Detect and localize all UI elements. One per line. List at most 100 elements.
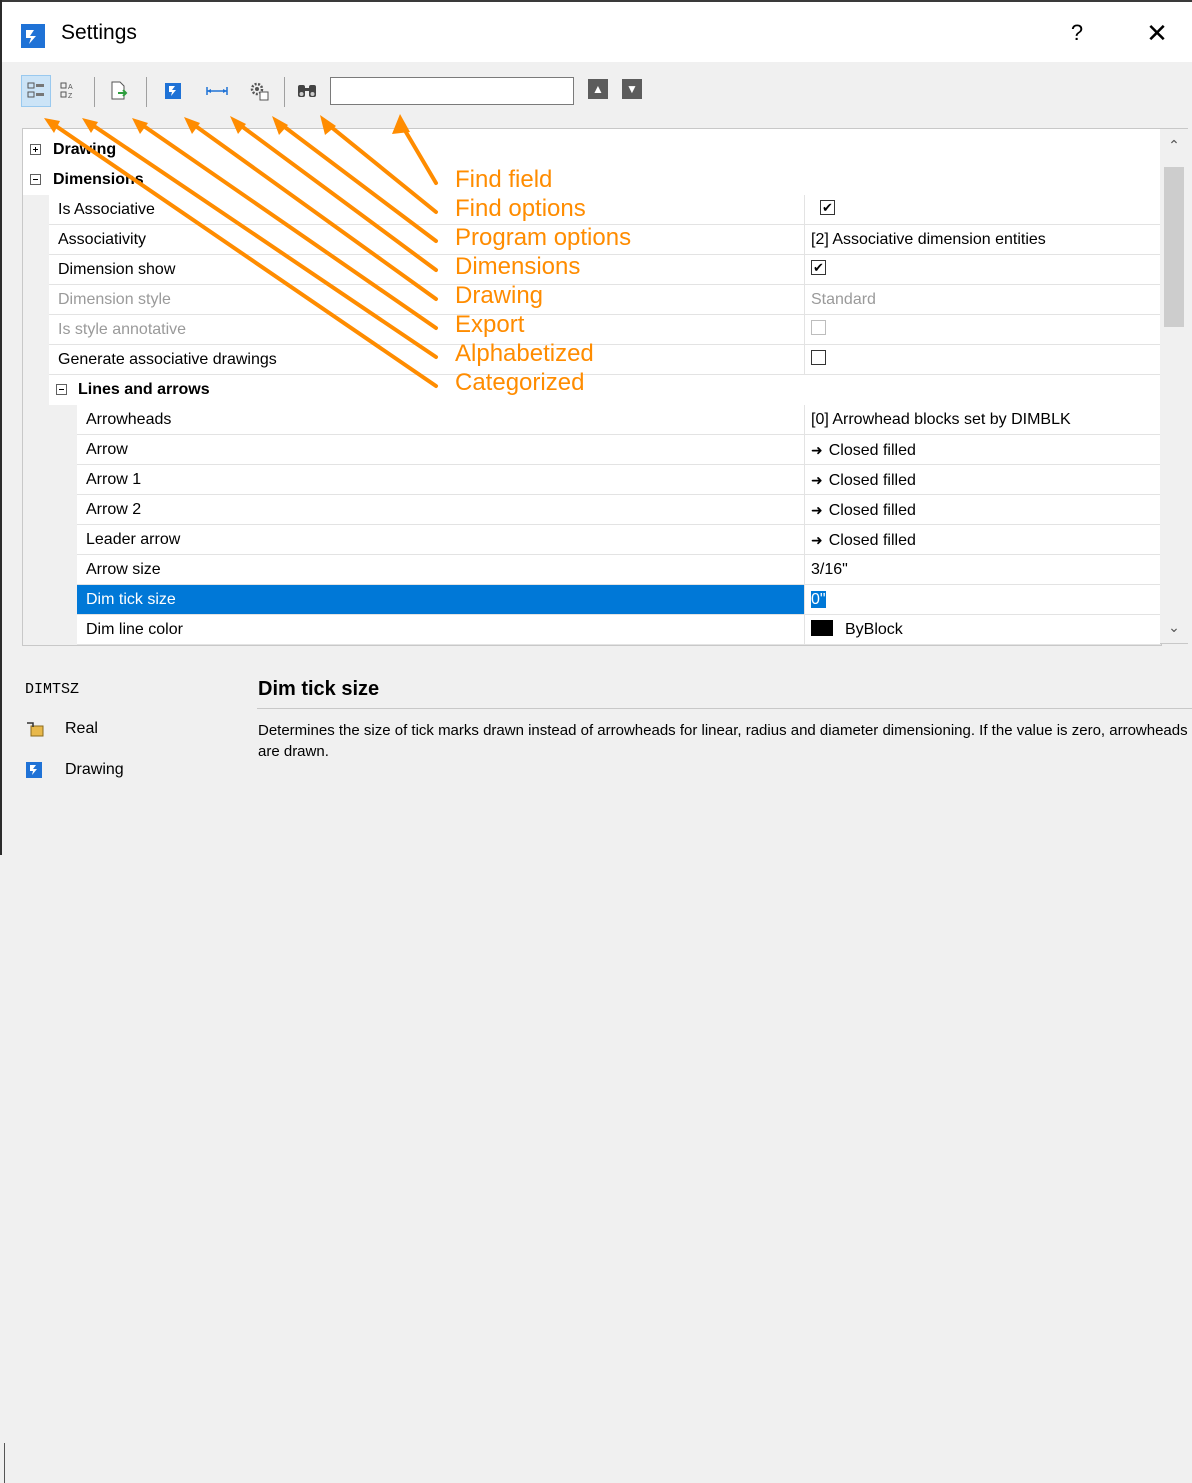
collapse-icon[interactable] xyxy=(56,384,67,395)
dimensions-button[interactable] xyxy=(202,75,232,107)
property-value[interactable]: ➜ Closed filled xyxy=(805,495,1161,525)
export-button[interactable] xyxy=(104,75,134,107)
app-logo-icon xyxy=(21,24,45,48)
property-value[interactable] xyxy=(805,195,1161,225)
property-value-text: ByBlock xyxy=(845,621,903,638)
row-gutter xyxy=(23,555,77,585)
row-gutter xyxy=(23,405,77,435)
property-value[interactable]: [0] Arrowhead blocks set by DIMBLK xyxy=(805,405,1161,435)
row-gutter xyxy=(23,585,77,615)
row-gutter xyxy=(23,525,77,555)
row-gutter xyxy=(23,615,77,645)
property-row-selected[interactable]: Dim tick size 0" xyxy=(23,585,1161,615)
property-row[interactable]: Leader arrow ➜ Closed filled xyxy=(23,525,1161,555)
title-bar: Settings ? ✕ xyxy=(2,2,1192,62)
property-name: Dimension style xyxy=(49,285,805,315)
gear-icon xyxy=(250,82,269,101)
category-row-lines-and-arrows[interactable]: Lines and arrows xyxy=(23,375,1161,405)
find-field[interactable] xyxy=(330,77,574,105)
row-gutter xyxy=(23,285,49,315)
generate-associative-drawings-checkbox[interactable] xyxy=(811,350,826,366)
arrowhead-icon: ➜ xyxy=(811,472,823,488)
property-value-editor[interactable]: 0" xyxy=(805,585,1161,615)
category-row-drawing[interactable]: Drawing xyxy=(23,135,1161,165)
row-gutter xyxy=(23,495,77,525)
scroll-up-icon[interactable]: ⌃ xyxy=(1160,131,1188,159)
property-value[interactable]: ➜ Closed filled xyxy=(805,525,1161,555)
category-label: Dimensions xyxy=(53,171,144,188)
callout-dimensions: Dimensions xyxy=(455,253,581,280)
description-divider xyxy=(257,708,1192,709)
property-name: Is Associative xyxy=(49,195,805,225)
property-value[interactable] xyxy=(805,345,1161,375)
help-button[interactable]: ? xyxy=(1062,18,1092,48)
find-previous-button[interactable]: ▲ xyxy=(588,79,608,99)
variable-type-label: Real xyxy=(65,720,98,737)
category-row-dimensions[interactable]: Dimensions xyxy=(23,165,1161,195)
property-name: Arrow 2 xyxy=(77,495,805,525)
property-value[interactable]: ➜ Closed filled xyxy=(805,435,1161,465)
callout-find-field: Find field xyxy=(455,166,553,193)
collapse-icon[interactable] xyxy=(30,174,41,185)
selected-value-text[interactable]: 0" xyxy=(811,591,826,608)
dimension-show-checkbox[interactable] xyxy=(811,255,826,283)
property-value[interactable]: ByBlock xyxy=(805,615,1161,645)
arrowhead-icon: ➜ xyxy=(811,442,823,458)
property-name: Arrow size xyxy=(77,555,805,585)
property-value[interactable] xyxy=(805,255,1161,285)
alphabetized-icon: A Z xyxy=(60,82,73,100)
drawing-source-icon xyxy=(26,762,42,778)
program-options-button[interactable] xyxy=(244,75,274,107)
property-row[interactable]: Arrow 2 ➜ Closed filled xyxy=(23,495,1161,525)
expand-icon[interactable] xyxy=(30,144,41,155)
categorized-button[interactable] xyxy=(21,75,51,107)
drawing-icon xyxy=(165,83,181,99)
property-row[interactable]: Is Associative xyxy=(23,195,1161,225)
color-swatch xyxy=(811,619,833,636)
property-value: Standard xyxy=(805,285,1161,315)
toolbar-separator xyxy=(284,77,285,107)
vertical-scrollbar[interactable]: ⌃ ⌄ xyxy=(1160,128,1188,644)
property-value[interactable]: [2] Associative dimension entities xyxy=(805,225,1161,255)
close-button[interactable]: ✕ xyxy=(1142,18,1172,48)
property-name: Generate associative drawings xyxy=(49,345,805,375)
property-name: Arrow xyxy=(77,435,805,465)
find-next-button[interactable]: ▼ xyxy=(622,79,642,99)
row-gutter xyxy=(23,375,49,405)
property-row[interactable]: Dimension show xyxy=(23,255,1161,285)
property-value-text: Closed filled xyxy=(828,442,916,459)
toolbar: A Z ▲ ▼ xyxy=(2,62,1192,124)
property-row[interactable]: Arrow 1 ➜ Closed filled xyxy=(23,465,1161,495)
variable-source: Drawing xyxy=(25,761,124,779)
property-value-text: Closed filled xyxy=(828,532,916,549)
property-value[interactable]: ➜ Closed filled xyxy=(805,465,1161,495)
property-value-text: Closed filled xyxy=(828,502,916,519)
row-gutter xyxy=(23,435,77,465)
callout-find-options: Find options xyxy=(455,195,586,222)
property-row[interactable]: Arrow ➜ Closed filled xyxy=(23,435,1161,465)
description-text: Determines the size of tick marks drawn … xyxy=(258,722,1188,760)
alphabetized-button[interactable]: A Z xyxy=(54,75,84,107)
find-options-button[interactable] xyxy=(292,75,322,107)
real-type-icon xyxy=(27,722,44,737)
property-value-text: Closed filled xyxy=(828,472,916,489)
property-value[interactable]: 3/16" xyxy=(805,555,1161,585)
property-row[interactable]: Dim line color ByBlock xyxy=(23,615,1161,645)
scroll-down-icon[interactable]: ⌄ xyxy=(1160,613,1188,641)
scrollbar-thumb[interactable] xyxy=(1164,167,1184,327)
property-row[interactable]: Arrowheads [0] Arrowhead blocks set by D… xyxy=(23,405,1161,435)
callout-alphabetized: Alphabetized xyxy=(455,340,594,367)
arrowhead-icon: ➜ xyxy=(811,532,823,548)
is-associative-checkbox[interactable] xyxy=(820,195,835,223)
drawing-button[interactable] xyxy=(158,75,188,107)
property-name: Associativity xyxy=(49,225,805,255)
callout-program-options: Program options xyxy=(455,224,632,251)
window-title: Settings xyxy=(61,21,137,44)
property-value xyxy=(805,315,1161,345)
callout-export: Export xyxy=(455,311,525,338)
system-variable-name: DIMTSZ xyxy=(25,681,80,698)
toolbar-separator xyxy=(94,77,95,107)
property-grid[interactable]: Drawing Dimensions Is Associative Associ… xyxy=(22,128,1162,646)
callout-categorized: Categorized xyxy=(455,369,585,396)
property-row[interactable]: Arrow size 3/16" xyxy=(23,555,1161,585)
